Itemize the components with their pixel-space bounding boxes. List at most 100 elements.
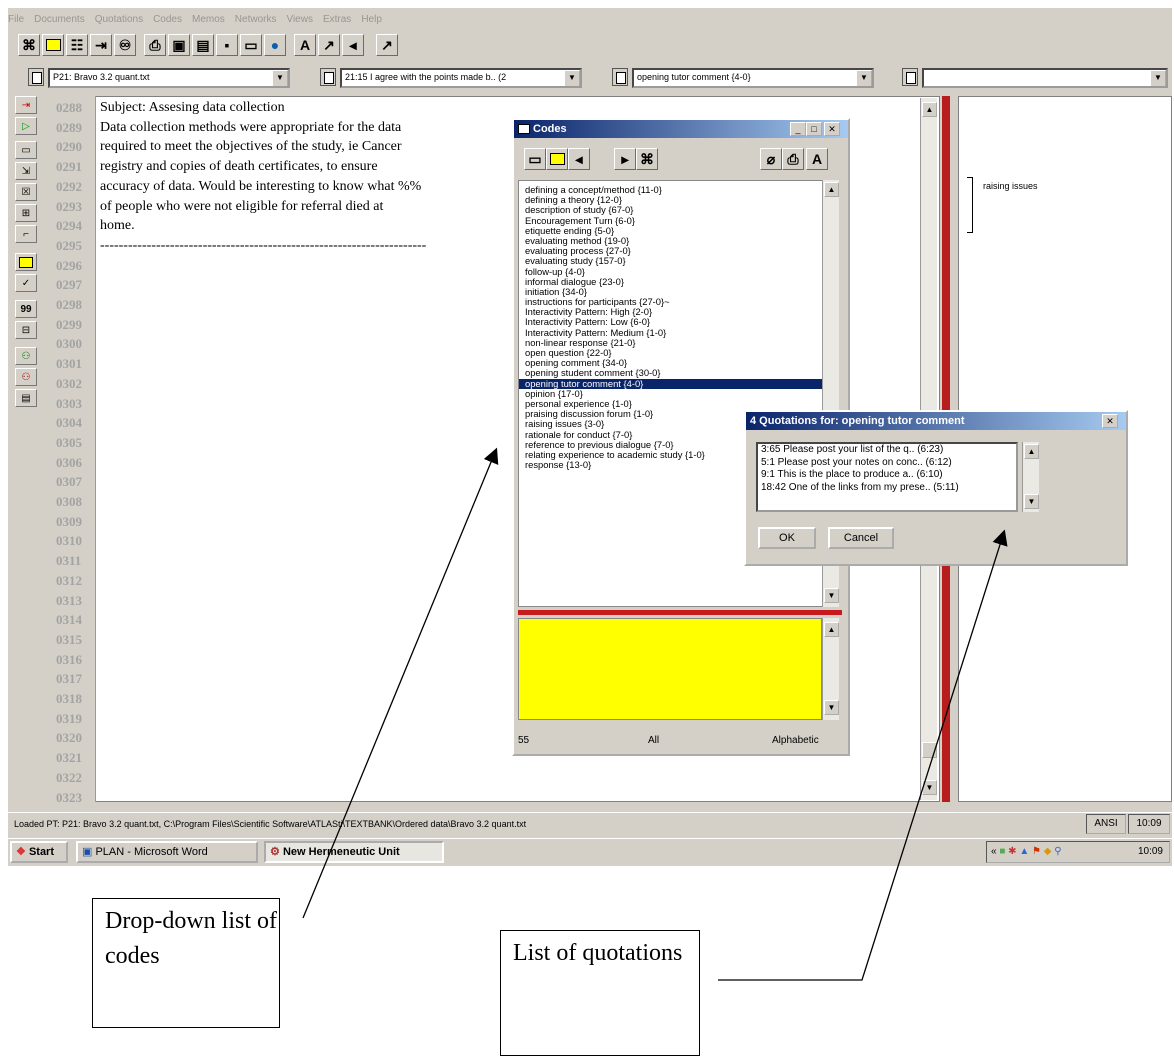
codes-splitter[interactable] [518, 610, 842, 615]
network-tray-icon[interactable]: ■ [999, 846, 1005, 857]
scroll-down-icon[interactable]: ▼ [922, 780, 937, 795]
network-view-icon[interactable]: ⊞ [15, 204, 37, 222]
documents-list-icon[interactable] [28, 68, 44, 86]
print-icon[interactable]: ⎙ [144, 34, 166, 56]
close-icon[interactable]: ✕ [1102, 414, 1118, 428]
quotations-dialog-titlebar[interactable]: 4 Quotations for: opening tutor comment [746, 412, 1126, 430]
link-icon[interactable]: ⌐ [15, 225, 37, 243]
code-sort-order[interactable]: Alphabetic [772, 730, 819, 752]
counter-icon[interactable]: ⊟ [15, 321, 37, 339]
code-by-list-icon[interactable]: ⇲ [15, 162, 37, 180]
assign-code-icon[interactable]: ⇥ [90, 34, 112, 56]
scroll-down-icon[interactable]: ▼ [1024, 494, 1039, 509]
window-blue-icon[interactable]: ▭ [240, 34, 262, 56]
codes-list-icon[interactable] [612, 68, 628, 86]
menu-views[interactable]: Views [286, 14, 313, 32]
maximize-icon[interactable]: □ [806, 122, 822, 136]
code-filter[interactable]: All [648, 730, 659, 752]
print-icon[interactable]: ⎙ [782, 148, 804, 170]
menu-networks[interactable]: Networks [235, 14, 277, 32]
code-in-vivo-icon[interactable]: ⇥ [15, 96, 37, 114]
quotation-list-item[interactable]: 3:65 Please post your list of the q.. (6… [758, 444, 1016, 457]
scroll-down-icon[interactable]: ▼ [824, 588, 839, 603]
number-99-icon[interactable]: 99 [15, 300, 37, 318]
menu-extras[interactable]: Extras [323, 14, 351, 32]
memos-list-icon[interactable] [902, 68, 918, 86]
arrow-right-icon[interactable]: ▸ [614, 148, 636, 170]
scroll-up-icon[interactable]: ▲ [922, 102, 937, 117]
network-icon[interactable]: ⌘ [636, 148, 658, 170]
document-line[interactable]: Subject: Assesing data collection [100, 100, 510, 120]
chevron-down-icon[interactable]: ▼ [856, 70, 872, 86]
yellow-memo-icon[interactable] [42, 34, 64, 56]
quotation-list[interactable]: 3:65 Please post your list of the q.. (6… [756, 442, 1018, 512]
task-word[interactable]: ▣ PLAN - Microsoft Word [76, 841, 258, 863]
window-icon[interactable]: ▣ [168, 34, 190, 56]
quotation-list-item[interactable]: 18:42 One of the links from my prese.. (… [758, 482, 1016, 495]
globe-icon[interactable]: ● [264, 34, 286, 56]
menu-quotations[interactable]: Quotations [95, 14, 143, 32]
chevron-down-icon[interactable]: ▼ [1150, 70, 1166, 86]
document-selector[interactable]: P21: Bravo 3.2 quant.txt ▼ [48, 68, 290, 88]
updates-tray-icon[interactable]: ◆ [1044, 846, 1052, 857]
yellow-memo-icon[interactable] [546, 148, 568, 170]
flag-tray-icon[interactable]: ⚑ [1032, 846, 1041, 857]
quotations-list-icon[interactable] [320, 68, 336, 86]
security-tray-icon[interactable]: ✱ [1008, 846, 1016, 857]
menu-memos[interactable]: Memos [192, 14, 225, 32]
start-button[interactable]: ❖ Start [10, 841, 68, 863]
task-atlas[interactable]: ⚙ New Hermeneutic Unit [264, 841, 444, 863]
family-icon[interactable]: ⚇ [15, 347, 37, 365]
menu-help[interactable]: Help [361, 14, 382, 32]
chevron-down-icon[interactable]: ▼ [564, 70, 580, 86]
document-line[interactable]: accuracy of data. Would be interesting t… [100, 179, 510, 199]
new-code-icon[interactable]: ▭ [524, 148, 546, 170]
document-line[interactable]: home. [100, 218, 510, 238]
open-coding-icon[interactable]: ▭ [15, 141, 37, 159]
comment-scrollbar[interactable]: ▲ ▼ [822, 618, 839, 720]
scroll-up-icon[interactable]: ▲ [1024, 444, 1039, 459]
export-icon[interactable]: ▤ [15, 389, 37, 407]
arrow-left-icon[interactable]: ◂ [568, 148, 590, 170]
text-size-icon[interactable]: A [806, 148, 828, 170]
code-comment-pane[interactable] [518, 618, 822, 720]
memo-selector[interactable]: ▼ [922, 68, 1168, 88]
quotation-list-item[interactable]: 5:1 Please post your notes on conc.. (6:… [758, 457, 1016, 470]
eraser-icon[interactable]: ⌀ [760, 148, 782, 170]
arrow-left-icon[interactable]: ◂ [342, 34, 364, 56]
quick-coding-icon[interactable]: ☒ [15, 183, 37, 201]
document-line[interactable]: of people who were not eligible for refe… [100, 199, 510, 219]
menu-file[interactable]: File [8, 14, 24, 32]
acrobat-tray-icon[interactable]: ▲ [1019, 846, 1029, 857]
code-selector[interactable]: opening tutor comment {4-0} ▼ [632, 68, 874, 88]
minimize-icon[interactable]: _ [790, 122, 806, 136]
chevron-down-icon[interactable]: ▼ [272, 70, 288, 86]
scroll-thumb[interactable] [922, 742, 937, 758]
quotation-list-item[interactable]: 9:1 This is the place to produce a.. (6:… [758, 469, 1016, 482]
arrow-up-right-icon[interactable]: ↗ [318, 34, 340, 56]
hyperlink-arrow-icon[interactable]: ↗ [376, 34, 398, 56]
open-folder-icon[interactable]: ▤ [192, 34, 214, 56]
save-icon[interactable]: ▪ [216, 34, 238, 56]
code-list-item[interactable]: evaluating study {157-0} [519, 256, 822, 266]
margin-code-label[interactable]: raising issues [983, 181, 1038, 191]
document-line[interactable]: registry and copies of death certificate… [100, 159, 510, 179]
scroll-down-icon[interactable]: ▼ [824, 700, 839, 715]
ok-button[interactable]: OK [758, 527, 816, 549]
search-tray-icon[interactable]: ⚲ [1054, 846, 1061, 857]
scroll-up-icon[interactable]: ▲ [824, 622, 839, 637]
cancel-button[interactable]: Cancel [828, 527, 894, 549]
menu-codes[interactable]: Codes [153, 14, 182, 32]
family-red-icon[interactable]: ⚇ [15, 368, 37, 386]
close-icon[interactable]: ✕ [824, 122, 840, 136]
scroll-up-icon[interactable]: ▲ [824, 182, 839, 197]
document-line[interactable]: ----------------------------------------… [100, 238, 510, 258]
play-icon[interactable]: ▷ [15, 117, 37, 135]
tray-expand-icon[interactable]: « [991, 846, 997, 857]
document-line[interactable]: Data collection methods were appropriate… [100, 120, 510, 140]
quotation-selector[interactable]: 21:15 I agree with the points made b.. (… [340, 68, 582, 88]
menu-documents[interactable]: Documents [34, 14, 85, 32]
hu-editor-icon[interactable]: ⌘ [18, 34, 40, 56]
text-size-icon[interactable]: A [294, 34, 316, 56]
checkmark-icon[interactable]: ✓ [15, 274, 37, 292]
